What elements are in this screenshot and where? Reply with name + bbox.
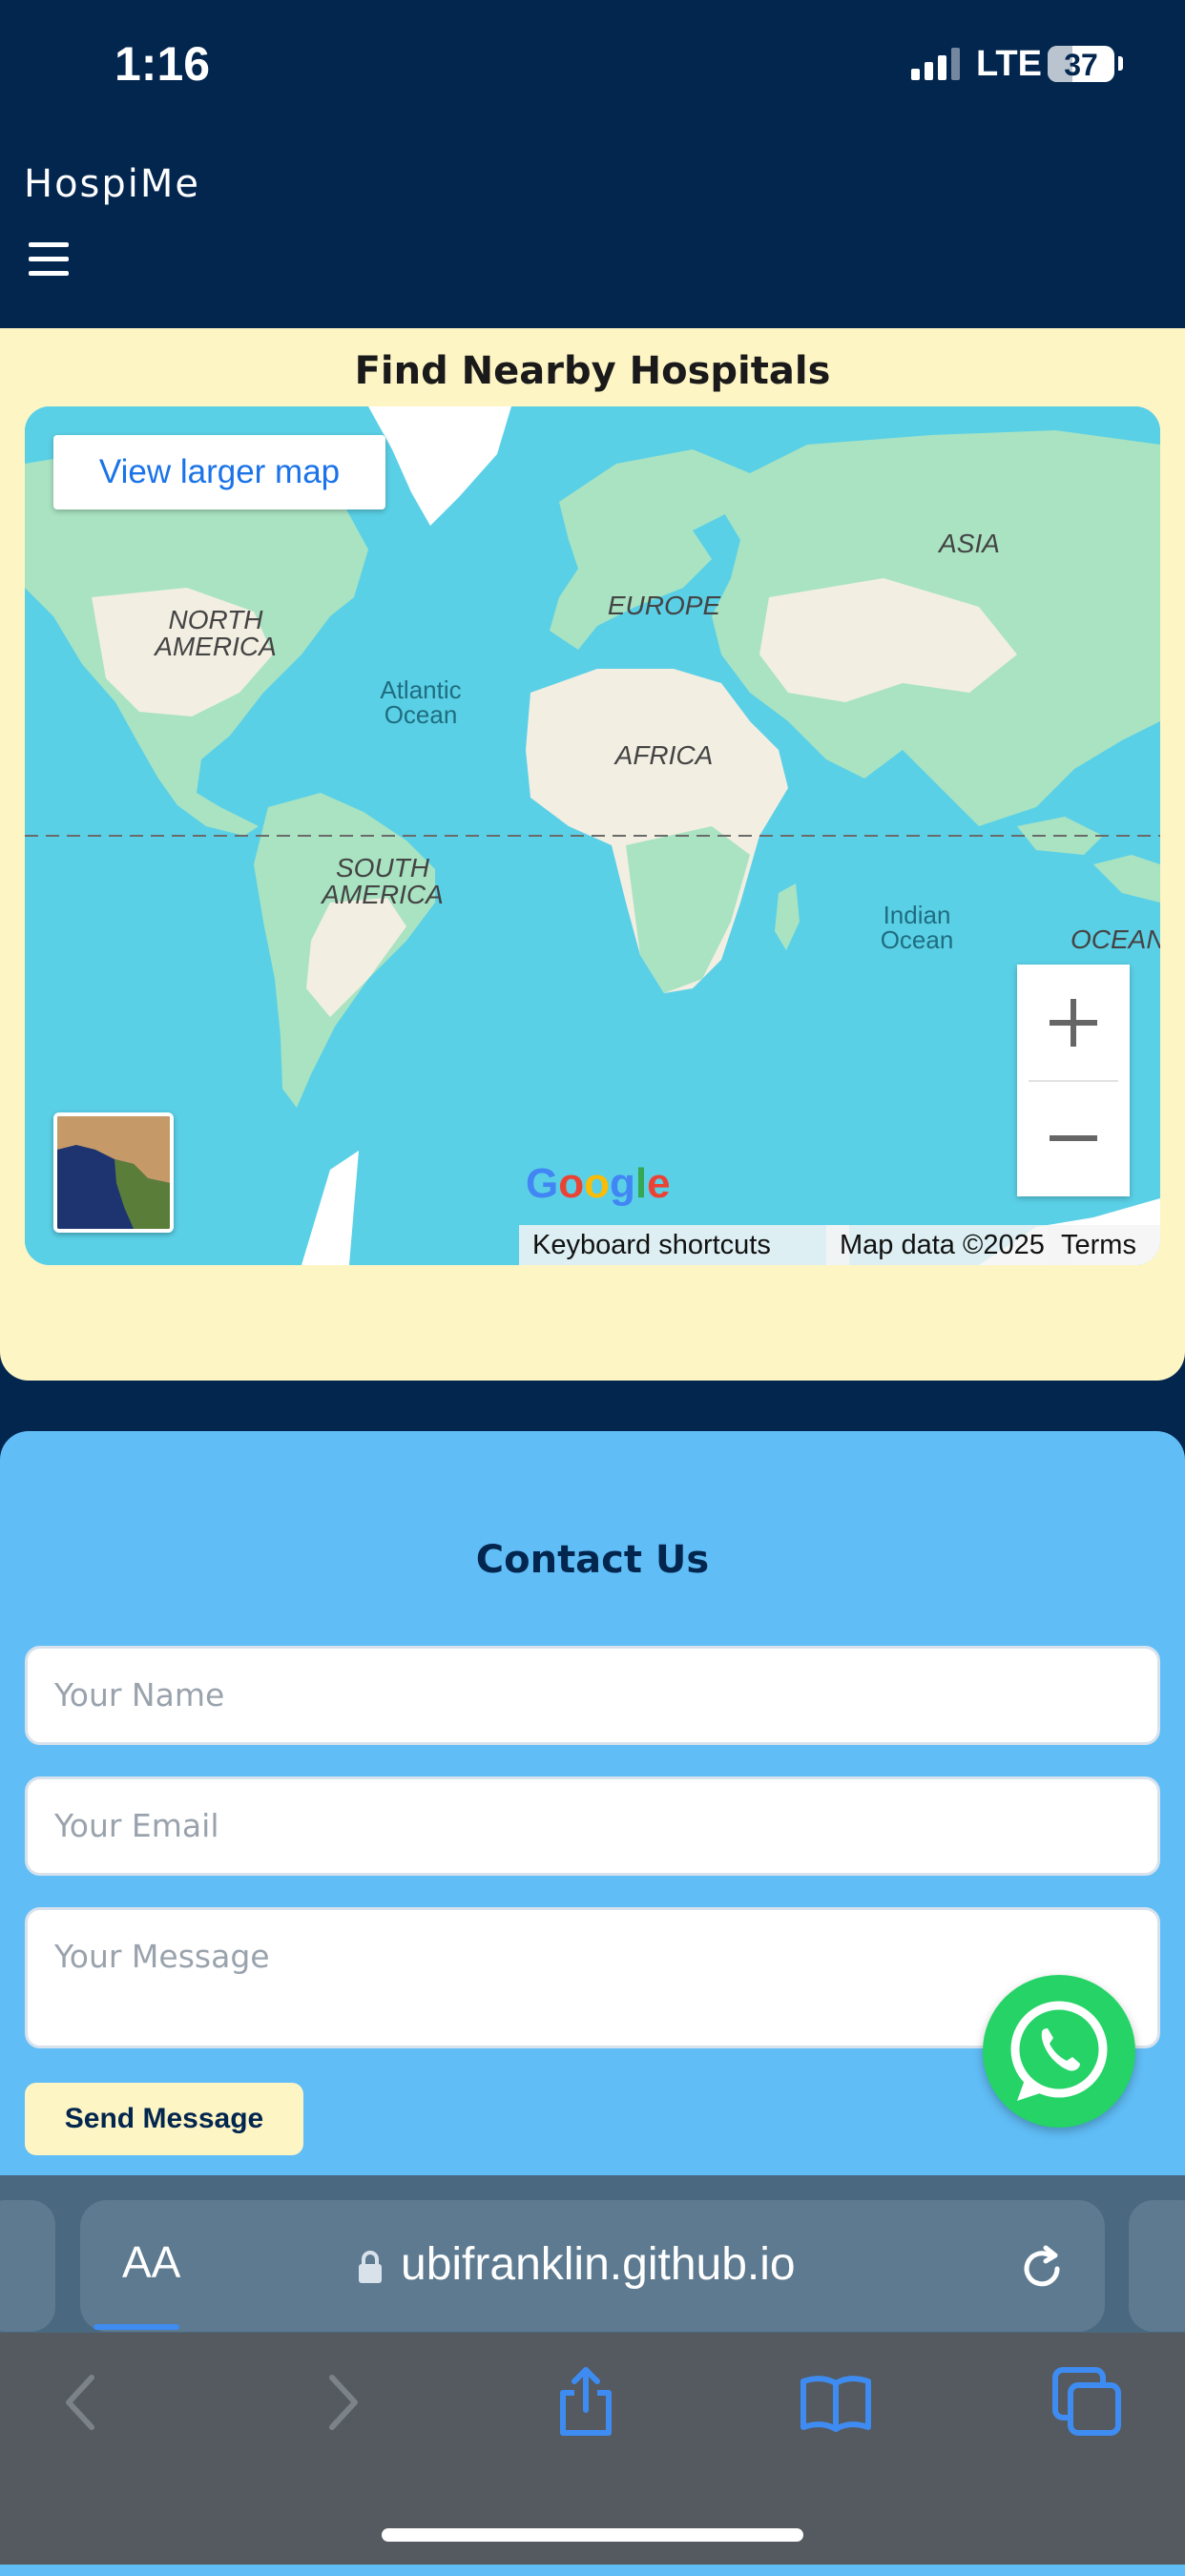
satellite-toggle-button[interactable] bbox=[53, 1112, 174, 1233]
plus-icon bbox=[1050, 999, 1097, 1047]
battery-icon: 37 bbox=[1048, 46, 1114, 82]
terms-link[interactable]: Terms bbox=[1048, 1225, 1160, 1265]
brand-logo[interactable]: HospiMe bbox=[24, 162, 200, 206]
forward-icon[interactable] bbox=[301, 2364, 378, 2441]
previous-tab-peek[interactable] bbox=[0, 2200, 55, 2332]
page-load-indicator bbox=[94, 2324, 179, 2330]
label-north-america: NORTH AMERICA bbox=[155, 605, 277, 661]
next-tab-peek[interactable] bbox=[1129, 2200, 1185, 2332]
zoom-out-button[interactable] bbox=[1017, 1081, 1130, 1196]
bookmarks-icon[interactable] bbox=[798, 2364, 874, 2441]
map-section-title: Find Nearby Hospitals bbox=[354, 349, 831, 393]
reload-icon[interactable] bbox=[1015, 2242, 1069, 2296]
name-input[interactable]: Your Name bbox=[25, 1646, 1160, 1745]
whatsapp-icon bbox=[1010, 2001, 1108, 2101]
label-asia: ASIA bbox=[939, 529, 1000, 558]
keyboard-shortcuts-link[interactable]: Keyboard shortcuts bbox=[519, 1225, 849, 1265]
map-embed[interactable]: NORTH AMERICA SOUTH AMERICA EUROPE AFRIC… bbox=[25, 406, 1160, 1265]
share-icon[interactable] bbox=[548, 2364, 624, 2441]
network-label: LTE bbox=[976, 44, 1042, 84]
aa-label: AA bbox=[122, 2237, 181, 2287]
reader-settings-button[interactable]: AA bbox=[122, 2236, 180, 2288]
hamburger-icon[interactable] bbox=[29, 242, 69, 277]
zoom-control bbox=[1017, 965, 1130, 1196]
home-indicator[interactable] bbox=[382, 2528, 803, 2542]
whatsapp-button[interactable] bbox=[983, 1975, 1135, 2128]
satellite-thumbnail-icon bbox=[57, 1116, 170, 1229]
back-icon[interactable] bbox=[46, 2364, 122, 2441]
map-section: Find Nearby Hospitals NORTH AMERICA SOUT… bbox=[0, 328, 1185, 1381]
status-bar: 1:16 LTE 37 bbox=[0, 0, 1185, 134]
status-time: 1:16 bbox=[114, 37, 211, 91]
label-indian: Indian Ocean bbox=[880, 901, 954, 954]
label-europe: EUROPE bbox=[607, 591, 721, 620]
signal-icon bbox=[911, 48, 961, 80]
map-data-attribution: Map data ©2025 bbox=[826, 1225, 1071, 1265]
send-message-button[interactable]: Send Message bbox=[25, 2083, 303, 2155]
minus-icon bbox=[1050, 1135, 1097, 1141]
tabs-icon[interactable] bbox=[1050, 2364, 1126, 2441]
email-input[interactable]: Your Email bbox=[25, 1776, 1160, 1876]
zoom-in-button[interactable] bbox=[1017, 965, 1130, 1080]
google-logo: Google bbox=[526, 1160, 671, 1207]
label-africa: AFRICA bbox=[614, 740, 714, 770]
view-larger-map-link[interactable]: View larger map bbox=[53, 435, 385, 509]
lock-icon bbox=[359, 2251, 382, 2283]
label-atlantic: Atlantic Ocean bbox=[380, 675, 462, 729]
battery-percent: 37 bbox=[1064, 48, 1098, 82]
label-south-america: SOUTH AMERICA bbox=[322, 853, 444, 909]
label-ocean-partial: OCEAN bbox=[1071, 924, 1160, 954]
battery-tip bbox=[1118, 56, 1123, 71]
contact-title: Contact Us bbox=[475, 1538, 710, 1582]
url-text[interactable]: ubifranklin.github.io bbox=[401, 2238, 796, 2291]
address-bar-area: AA ubifranklin.github.io bbox=[0, 2175, 1185, 2333]
address-bar[interactable]: AA ubifranklin.github.io bbox=[80, 2200, 1105, 2332]
